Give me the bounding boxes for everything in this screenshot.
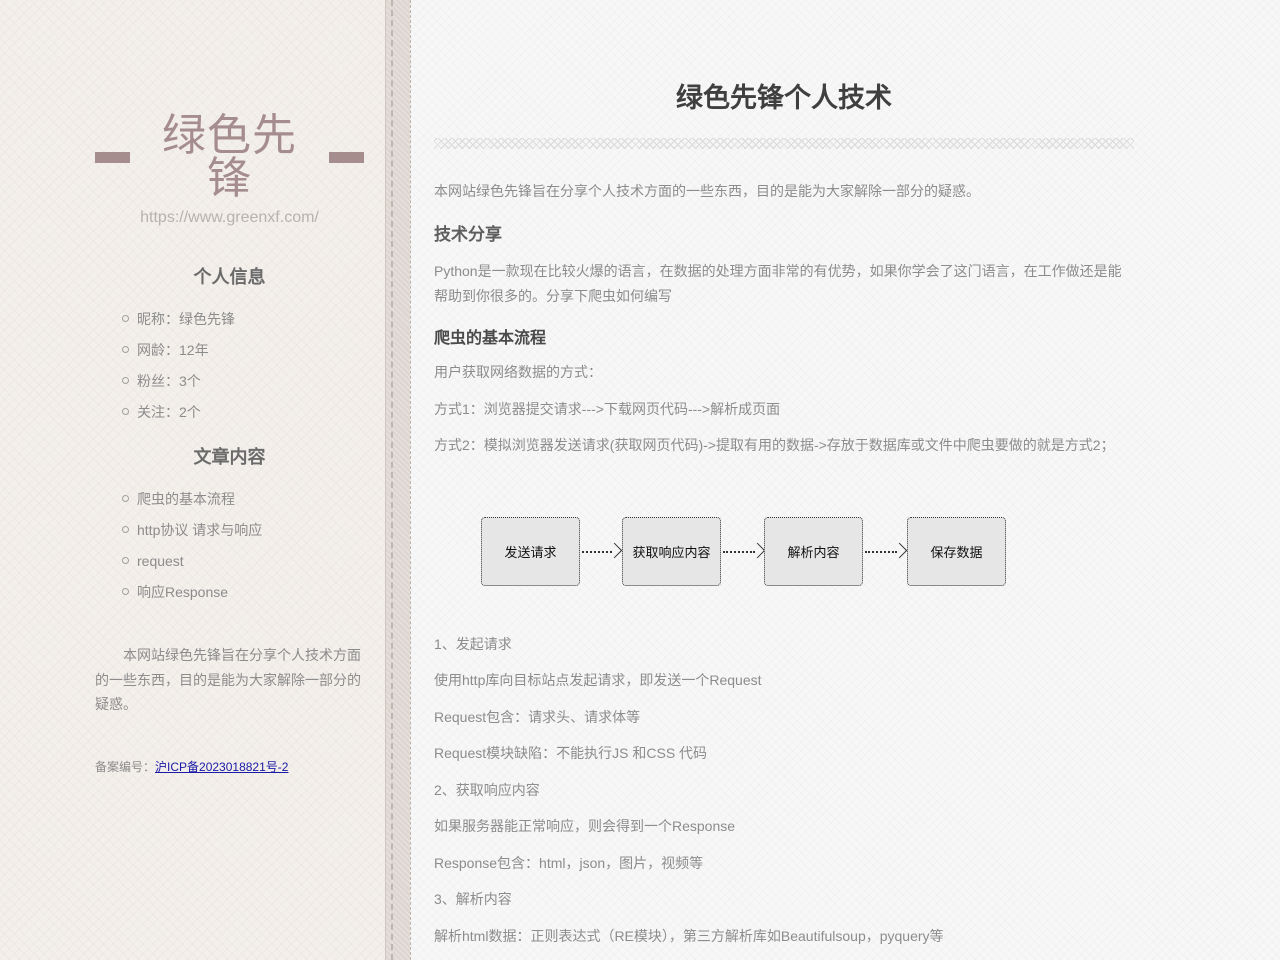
article-link[interactable]: http协议 请求与响应 bbox=[122, 521, 262, 552]
brand: 绿色先锋 https://www.greenxf.com/ bbox=[95, 114, 364, 227]
bullet-icon bbox=[122, 495, 129, 502]
step-text: Request包含：请求头、请求体等 bbox=[434, 709, 641, 725]
info-following: 关注：2个 bbox=[137, 404, 201, 420]
flow-step-send-request: 发送请求 bbox=[481, 517, 580, 586]
ways-intro-text: 用户获取网络数据的方式： bbox=[434, 364, 602, 380]
way1-text: 方式1：浏览器提交请求--->下载网页代码--->解析成页面 bbox=[434, 401, 781, 417]
bullet-icon bbox=[122, 526, 129, 533]
sidebar-about: 本网站绿色先锋旨在分享个人技术方面的一些东西，目的是能为大家解除一部分的疑惑。 bbox=[95, 647, 361, 712]
article-label[interactable]: request bbox=[137, 553, 184, 569]
title-divider bbox=[434, 138, 1134, 149]
articles-title: 文章内容 bbox=[193, 447, 266, 467]
section-heading-tech: 技术分享 bbox=[434, 225, 502, 244]
brand-decoration-right bbox=[329, 152, 364, 163]
bullet-icon bbox=[122, 408, 129, 415]
arrow-icon bbox=[582, 542, 623, 561]
step-text: 3、解析内容 bbox=[434, 891, 512, 907]
article-label[interactable]: http协议 请求与响应 bbox=[137, 522, 262, 538]
bullet-icon bbox=[122, 346, 129, 353]
step-text: 使用http库向目标站点发起请求，即发送一个Request bbox=[434, 672, 762, 688]
content-border bbox=[410, 0, 411, 960]
personal-info-title: 个人信息 bbox=[193, 267, 266, 287]
step-text: 1、发起请求 bbox=[434, 636, 512, 652]
article-link[interactable]: request bbox=[122, 552, 262, 583]
step-text: 解析html数据：正则表达式（RE模块），第三方解析库如Beautifulsou… bbox=[434, 928, 944, 944]
list-item: 粉丝：3个 bbox=[122, 372, 235, 403]
page-title: 绿色先锋个人技术 bbox=[676, 83, 892, 113]
list-item: 网龄：12年 bbox=[122, 341, 235, 372]
icp-record: 备案编号：沪ICP备2023018821号-2 bbox=[95, 758, 288, 775]
flow-step-get-response: 获取响应内容 bbox=[622, 517, 721, 586]
way2-text: 方式2：模拟浏览器发送请求(获取网页代码)->提取有用的数据->存放于数据库或文… bbox=[434, 437, 1115, 453]
flow-step-save-data: 保存数据 bbox=[907, 517, 1006, 586]
site-title[interactable]: 绿色先锋 bbox=[160, 114, 300, 201]
list-item: 昵称：绿色先锋 bbox=[122, 310, 235, 341]
crawler-flow-diagram: 发送请求 获取响应内容 解析内容 保存数据 bbox=[481, 517, 1011, 589]
articles-list: 爬虫的基本流程 http协议 请求与响应 request 响应Response bbox=[122, 490, 262, 614]
section-heading-flow: 爬虫的基本流程 bbox=[434, 330, 547, 347]
step-text: 2、获取响应内容 bbox=[434, 782, 540, 798]
step-text: Response包含：html，json，图片，视频等 bbox=[434, 855, 704, 871]
brand-decoration-left bbox=[95, 152, 130, 163]
arrow-icon bbox=[865, 542, 908, 561]
info-nickname: 昵称：绿色先锋 bbox=[137, 311, 235, 327]
flow-step-parse-content: 解析内容 bbox=[764, 517, 863, 586]
bullet-icon bbox=[122, 377, 129, 384]
bullet-icon bbox=[122, 557, 129, 564]
icp-link[interactable]: 沪ICP备2023018821号-2 bbox=[155, 760, 288, 774]
article-link[interactable]: 爬虫的基本流程 bbox=[122, 490, 262, 521]
site-url: https://www.greenxf.com/ bbox=[140, 209, 319, 226]
intro-text: 本网站绿色先锋旨在分享个人技术方面的一些东西，目的是能为大家解除一部分的疑惑。 bbox=[434, 183, 980, 199]
info-followers: 粉丝：3个 bbox=[137, 373, 201, 389]
sidebar: 绿色先锋 https://www.greenxf.com/ 个人信息 昵称：绿色… bbox=[0, 0, 385, 960]
sidebar-edge-strip bbox=[385, 0, 410, 960]
step-text: 如果服务器能正常响应，则会得到一个Response bbox=[434, 818, 736, 834]
arrow-icon bbox=[723, 542, 766, 561]
article-label[interactable]: 爬虫的基本流程 bbox=[137, 491, 235, 507]
bullet-icon bbox=[122, 588, 129, 595]
personal-info-list: 昵称：绿色先锋 网龄：12年 粉丝：3个 关注：2个 bbox=[122, 310, 235, 434]
python-intro-text: Python是一款现在比较火爆的语言，在数据的处理方面非常的有优势，如果你学会了… bbox=[434, 263, 1122, 304]
article-label[interactable]: 响应Response bbox=[137, 584, 228, 600]
article-link[interactable]: 响应Response bbox=[122, 583, 262, 614]
list-item: 关注：2个 bbox=[122, 403, 235, 434]
icp-label: 备案编号： bbox=[95, 760, 156, 774]
bullet-icon bbox=[122, 315, 129, 322]
info-age: 网龄：12年 bbox=[137, 342, 209, 358]
step-text: Request模块缺陷：不能执行JS 和CSS 代码 bbox=[434, 745, 708, 761]
